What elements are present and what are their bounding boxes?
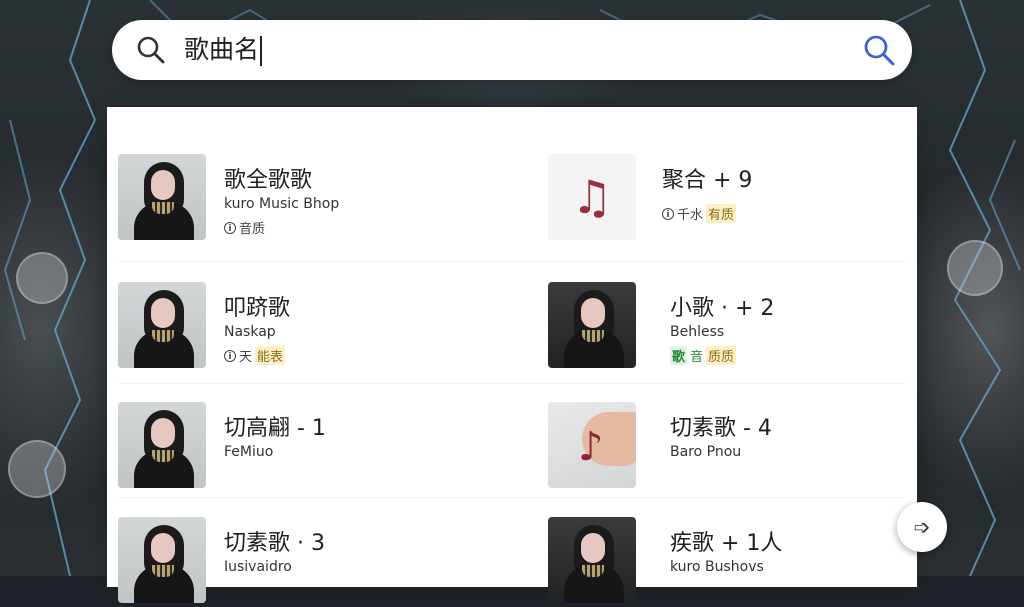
row-divider — [119, 497, 905, 498]
share-arrow-icon: ➩ — [913, 515, 931, 539]
artist-name: kuro Music Bhop — [224, 196, 340, 212]
result-item[interactable]: 歌全歌歌 kuro Music Bhop i 音质 — [118, 154, 478, 244]
artist-name: Naskap — [224, 324, 276, 340]
song-title: 叩跻歌 — [224, 296, 291, 321]
info-circle-icon: i — [224, 221, 236, 234]
song-title: 小歌 · + 2 — [670, 296, 775, 321]
music-note-icon: ♫ — [571, 170, 613, 224]
search-submit-button[interactable] — [862, 33, 896, 67]
result-item[interactable]: 叩跻歌 Naskap i 天 能表 — [118, 282, 478, 372]
album-cover: ♪ — [548, 402, 636, 488]
quality-tag: 质质 — [706, 346, 737, 365]
album-cover — [548, 517, 636, 603]
song-title: 切素歌 · 3 — [224, 531, 325, 556]
row-divider — [119, 261, 905, 262]
album-cover: ♫ — [548, 154, 636, 240]
meta-label: 音 — [690, 350, 704, 365]
song-title: 聚合 + 9 — [662, 168, 753, 193]
result-item[interactable]: ♪ 切素歌 - 4 Baro Pnou — [548, 402, 908, 492]
info-circle-icon: i — [662, 207, 674, 220]
song-meta: i 音质 — [224, 218, 265, 237]
share-button[interactable]: ➩ — [897, 502, 947, 552]
search-query-text: 歌曲名 — [184, 35, 260, 64]
artist-name: kuro Bushovs — [670, 559, 764, 575]
search-icon — [137, 36, 165, 64]
artist-name: Baro Pnou — [670, 444, 742, 460]
song-meta: 歌 音 质质 — [670, 346, 737, 365]
song-title: 歌全歌歌 — [224, 168, 313, 193]
song-meta: i 千水 有质 — [662, 204, 737, 223]
result-item[interactable]: 疾歌 + 1人 kuro Bushovs — [548, 517, 908, 607]
album-cover — [118, 282, 206, 368]
song-title: 疾歌 + 1人 — [670, 531, 783, 556]
album-cover — [118, 402, 206, 488]
artist-name: Behless — [670, 324, 725, 340]
meta-label: 天 — [239, 350, 253, 365]
music-note-icon: ♪ — [578, 424, 604, 470]
album-cover — [548, 282, 636, 368]
quality-tag: 有质 — [706, 204, 737, 223]
badge-icon: 歌 — [670, 346, 688, 365]
album-cover — [118, 517, 206, 603]
quality-label: 音质 — [239, 222, 266, 237]
row-divider — [119, 383, 905, 384]
album-cover — [118, 154, 206, 240]
song-title: 切高翩 - 1 — [224, 416, 326, 441]
song-meta: i 天 能表 — [224, 346, 286, 365]
result-item[interactable]: 切高翩 - 1 FeMiuo — [118, 402, 478, 492]
result-item[interactable]: 小歌 · + 2 Behless 歌 音 质质 — [548, 282, 908, 372]
result-item[interactable]: 切素歌 · 3 Iusivaidro — [118, 517, 478, 607]
song-title: 切素歌 - 4 — [670, 416, 772, 441]
result-item[interactable]: ♫ 聚合 + 9 i 千水 有质 — [548, 154, 908, 244]
quality-tag: 能表 — [255, 346, 286, 365]
meta-label: 千水 — [677, 208, 704, 223]
search-bar[interactable]: 歌曲名 — [112, 20, 912, 80]
text-caret — [260, 36, 263, 66]
results-panel: 歌全歌歌 kuro Music Bhop i 音质 ♫ 聚合 + 9 i 千水 … — [107, 107, 917, 603]
info-circle-icon: i — [224, 349, 236, 362]
search-input[interactable]: 歌曲名 — [184, 34, 263, 66]
artist-name: FeMiuo — [224, 444, 274, 460]
artist-name: Iusivaidro — [224, 559, 292, 575]
